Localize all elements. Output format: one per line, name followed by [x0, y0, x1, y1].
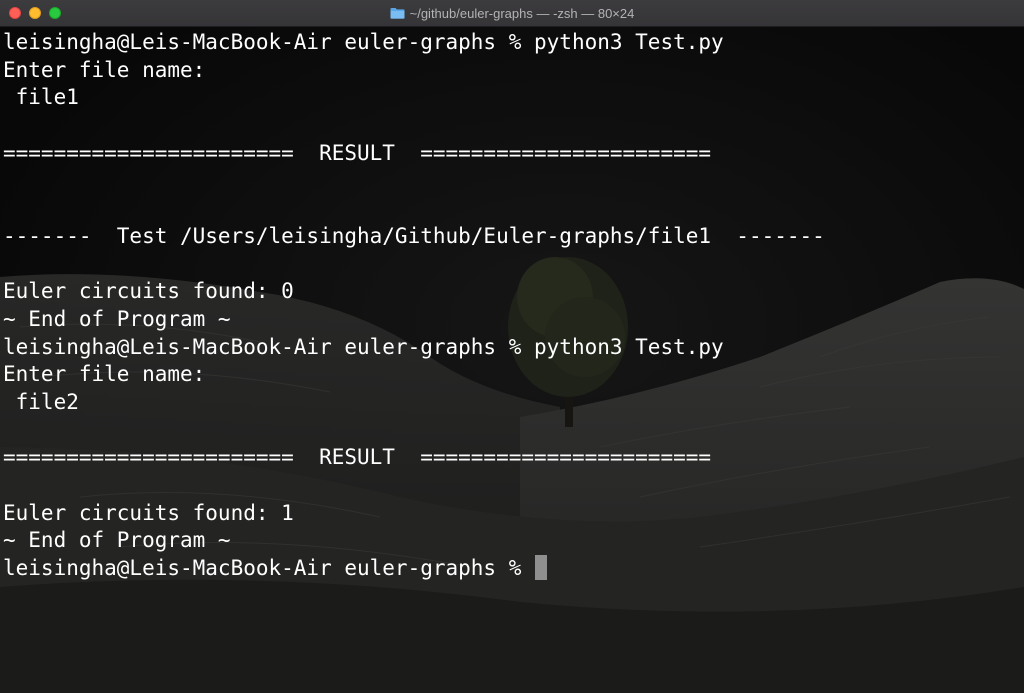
terminal-line: ======================= RESULT =========…: [3, 140, 712, 165]
terminal-window: ~/github/euler-graphs — -zsh — 80×24 lei…: [0, 0, 1024, 693]
terminal-area[interactable]: leisingha@Leis-MacBook-Air euler-graphs …: [0, 27, 1024, 693]
terminal-line: leisingha@Leis-MacBook-Air euler-graphs …: [3, 30, 724, 54]
terminal-line: file2: [3, 389, 79, 414]
window-title: ~/github/euler-graphs — -zsh — 80×24: [0, 0, 1024, 26]
terminal-line: Euler circuits found: 0: [3, 279, 294, 304]
text-cursor: [535, 555, 548, 581]
terminal-line: ~ End of Program ~: [3, 528, 231, 553]
terminal-line: ------- Test /Users/leisingha/Github/Eul…: [3, 223, 825, 248]
title-bar[interactable]: ~/github/euler-graphs — -zsh — 80×24: [0, 0, 1024, 27]
window-title-text: ~/github/euler-graphs — -zsh — 80×24: [409, 5, 635, 21]
terminal-line: ~ End of Program ~: [3, 306, 231, 331]
terminal-line: leisingha@Leis-MacBook-Air euler-graphs …: [3, 334, 724, 359]
prompt-line[interactable]: leisingha@Leis-MacBook-Air euler-graphs …: [3, 555, 825, 583]
terminal-line: Enter file name:: [3, 57, 206, 82]
terminal-line: ======================= RESULT =========…: [3, 445, 712, 470]
shell-prompt: leisingha@Leis-MacBook-Air euler-graphs …: [3, 556, 535, 581]
terminal-line: Euler circuits found: 1: [3, 500, 294, 525]
terminal-line: file1: [3, 85, 79, 110]
terminal-output[interactable]: leisingha@Leis-MacBook-Air euler-graphs …: [3, 29, 825, 583]
terminal-line: Enter file name:: [3, 362, 206, 387]
folder-icon: [390, 8, 405, 19]
